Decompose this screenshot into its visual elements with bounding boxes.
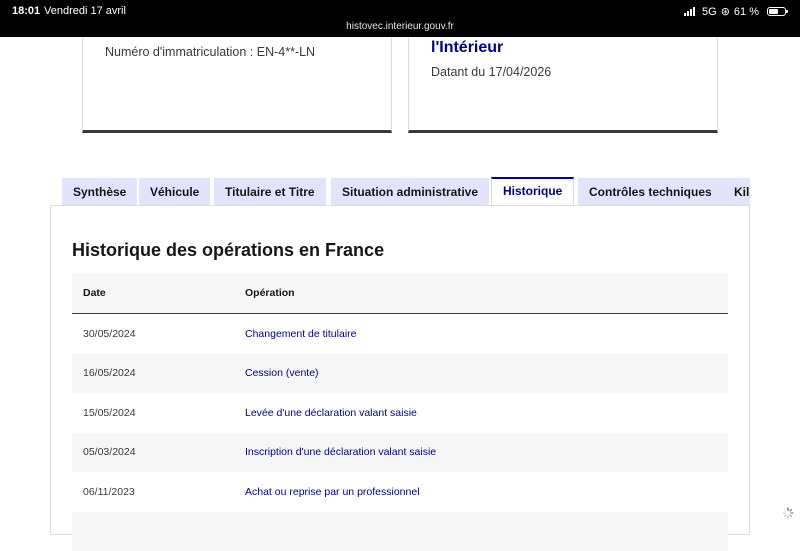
loading-spinner-icon [782, 507, 794, 519]
operation-date: 15/05/2024 [72, 393, 234, 433]
table-row: 16/05/2024 Cession (vente) [72, 354, 728, 394]
report-tabs: Synthèse Véhicule Titulaire et Titre Sit… [62, 177, 750, 206]
table-row: 05/03/2024 Inscription d'une déclaration… [72, 433, 728, 473]
operation-cell: Achat ou reprise par un professionnel [234, 472, 728, 512]
table-row: 30/05/2024 Changement de titulaire [72, 314, 728, 354]
operation-cell [234, 512, 728, 551]
tab-titulaire-et-titre[interactable]: Titulaire et Titre [214, 178, 326, 206]
column-header-operation: Opération [234, 273, 728, 314]
battery-percent: 61 % [734, 6, 759, 18]
table-row: 06/11/2023 Achat ou reprise par un profe… [72, 472, 728, 512]
tab-situation-administrative[interactable]: Situation administrative [331, 178, 489, 206]
battery-icon [767, 7, 786, 16]
status-date: Vendredi 17 avril [44, 5, 126, 17]
table-row [72, 512, 728, 551]
status-time: 18:01 [12, 5, 40, 17]
operation-cell: Changement de titulaire [234, 314, 728, 354]
operation-link[interactable]: Cession (vente) [245, 367, 319, 379]
status-indicators: 5G ⊛ 61 % [684, 5, 786, 18]
tab-synthese[interactable]: Synthèse [62, 178, 137, 206]
report-date: Datant du 17/04/2026 [431, 65, 551, 79]
orientation-lock-icon: ⊛ [721, 5, 730, 18]
plate-number: Numéro d'immatriculation : EN-4**-LN [105, 45, 315, 59]
operation-cell: Inscription d'une déclaration valant sai… [234, 433, 728, 473]
address-bar[interactable]: histovec.interieur.gouv.fr [0, 21, 800, 32]
page-title: Historique des opérations en France [72, 240, 384, 261]
operation-link[interactable]: Achat ou reprise par un professionnel [245, 486, 420, 498]
operation-date: 30/05/2024 [72, 314, 234, 354]
status-bar: 18:01 Vendredi 17 avril histovec.interie… [0, 0, 800, 37]
operation-cell: Cession (vente) [234, 354, 728, 394]
source-title: l'Intérieur [431, 39, 503, 57]
source-card: l'Intérieur Datant du 17/04/2026 [408, 37, 718, 133]
tab-kilometrage[interactable]: Kilo [723, 178, 750, 206]
operation-link[interactable]: Changement de titulaire [245, 328, 357, 340]
table-header-row: Date Opération [72, 273, 728, 314]
network-label: 5G [702, 6, 717, 18]
tab-controles-techniques[interactable]: Contrôles techniques [578, 178, 723, 206]
operation-date [72, 512, 234, 551]
operation-date: 05/03/2024 [72, 433, 234, 473]
operation-date: 16/05/2024 [72, 354, 234, 394]
vehicle-plate-card: Numéro d'immatriculation : EN-4**-LN [82, 37, 392, 133]
operation-link[interactable]: Levée d'une déclaration valant saisie [245, 407, 417, 419]
operations-table: Date Opération 30/05/2024 Changement de … [72, 273, 728, 551]
operation-date: 06/11/2023 [72, 472, 234, 512]
tab-vehicule[interactable]: Véhicule [139, 178, 210, 206]
signal-icon [684, 7, 695, 16]
column-header-date: Date [72, 273, 234, 314]
tab-historique[interactable]: Historique [491, 177, 574, 206]
battery-fill [769, 9, 778, 14]
operation-cell: Levée d'une déclaration valant saisie [234, 393, 728, 433]
operation-link[interactable]: Inscription d'une déclaration valant sai… [245, 446, 436, 458]
table-row: 15/05/2024 Levée d'une déclaration valan… [72, 393, 728, 433]
